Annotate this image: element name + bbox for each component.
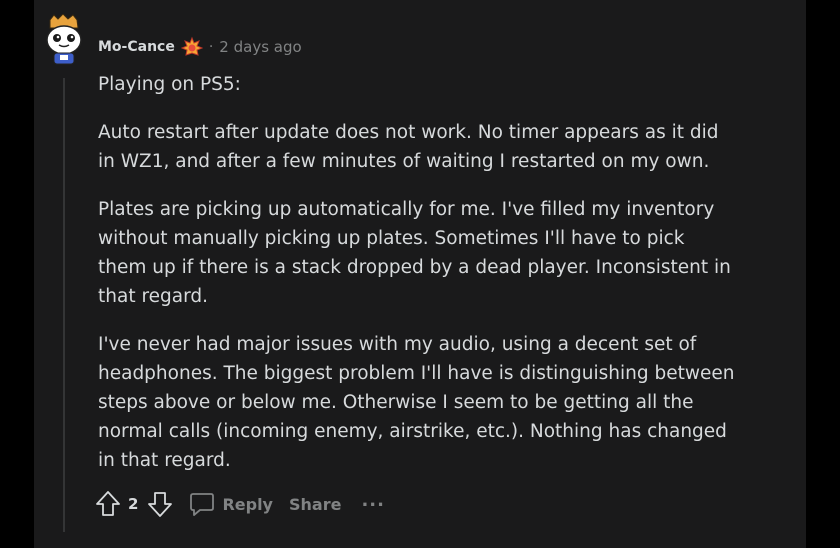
avatar-icon[interactable] xyxy=(44,13,84,66)
comment-paragraph: Plates are picking up automatically for … xyxy=(98,199,731,307)
comment-body: Playing on PS5: Auto restart after updat… xyxy=(98,70,738,494)
upvote-button[interactable] xyxy=(94,489,122,519)
ellipsis-icon: ... xyxy=(361,489,385,511)
share-label: Share xyxy=(288,494,342,514)
username-link[interactable]: Mo-Cance xyxy=(98,39,175,55)
reply-label: Reply xyxy=(222,494,273,514)
arrow-down-icon xyxy=(148,492,173,517)
comment-paragraph: Auto restart after update does not work.… xyxy=(98,122,719,172)
thread-line[interactable] xyxy=(63,78,65,532)
more-options-button[interactable]: ... xyxy=(361,490,385,511)
reply-button[interactable]: Reply xyxy=(188,490,273,518)
comment-paragraph: Playing on PS5: xyxy=(98,74,241,95)
vote-count: 2 xyxy=(128,495,139,513)
downvote-button[interactable] xyxy=(146,489,174,519)
achievement-badge-icon xyxy=(180,36,204,58)
comment-header: Mo-Cance · 2 days ago xyxy=(98,36,302,58)
meta-separator: · xyxy=(208,39,214,55)
comment-actions: 2 Reply Share ... xyxy=(94,488,385,520)
comment-timestamp[interactable]: 2 days ago xyxy=(219,38,301,56)
share-button[interactable]: Share xyxy=(289,495,341,514)
comment-paragraph: I've never had major issues with my audi… xyxy=(98,334,735,471)
comment-bubble-icon xyxy=(190,493,215,516)
arrow-up-icon xyxy=(96,491,120,516)
